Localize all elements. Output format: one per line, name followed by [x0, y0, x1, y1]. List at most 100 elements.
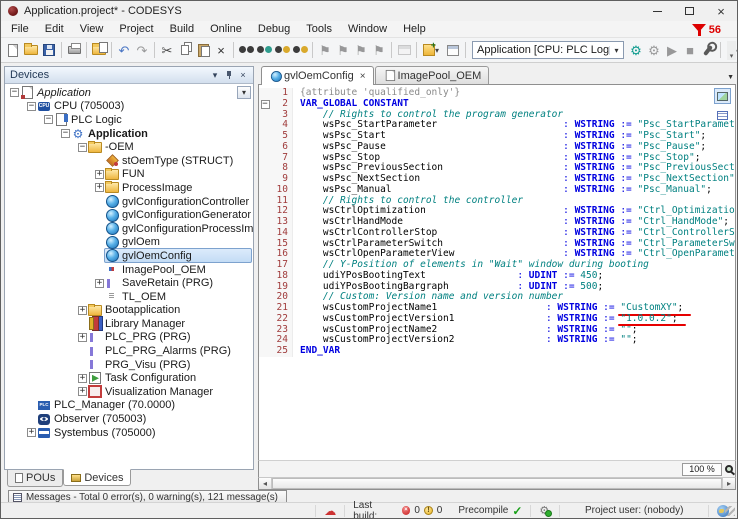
tabular-declaration-button[interactable]	[714, 107, 731, 123]
redo-button[interactable]: ↷	[133, 39, 151, 61]
expander-expand-icon[interactable]: +	[94, 183, 105, 192]
save-button[interactable]	[40, 39, 58, 61]
undo-button[interactable]: ↶	[115, 39, 133, 61]
expander-expand-icon[interactable]: +	[94, 170, 105, 179]
menu-edit[interactable]: Edit	[37, 22, 72, 36]
tree-item-gvloem[interactable]: gvlOem	[5, 236, 253, 250]
start-button[interactable]: ▶	[663, 39, 681, 61]
textual-declaration-button[interactable]	[714, 88, 731, 104]
menu-build[interactable]: Build	[162, 22, 202, 36]
tree-item-plc-manager-70-0000[interactable]: PLC_Manager (70.0000)	[5, 399, 253, 413]
expander-collapse-icon[interactable]: −	[43, 115, 54, 124]
menu-online[interactable]: Online	[202, 22, 250, 36]
tree-item-plc-prg-alarms-prg[interactable]: PLC_PRG_Alarms (PRG)	[5, 344, 253, 358]
tree-item-task-configuration[interactable]: +Task Configuration	[5, 371, 253, 385]
copy-project-button[interactable]	[90, 39, 108, 61]
tree-item-bootapplication[interactable]: +Bootapplication	[5, 304, 253, 318]
scroll-right-button[interactable]: ▸	[722, 478, 735, 489]
magnifier-icon[interactable]	[725, 465, 733, 473]
tree-item-observer-705003[interactable]: Observer (705003)	[5, 412, 253, 426]
tree-item-imagepool-oem[interactable]: ImagePool_OEM	[5, 263, 253, 277]
image-gallery-button[interactable]	[444, 39, 462, 61]
expander-expand-icon[interactable]: +	[94, 279, 105, 288]
bottom-tab-devices[interactable]: Devices	[63, 469, 131, 486]
tree-item-plc-prg-prg[interactable]: +PLC_PRG (PRG)	[5, 331, 253, 345]
tree-item-fun[interactable]: +FUN	[5, 168, 253, 182]
tree-item-gvloemconfig[interactable]: gvlOemConfig	[5, 249, 253, 263]
expander-expand-icon[interactable]: +	[26, 428, 37, 437]
menu-tools[interactable]: Tools	[298, 22, 340, 36]
tree-item-oem[interactable]: −-OEM	[5, 140, 253, 154]
expander-collapse-icon[interactable]: −	[26, 102, 37, 111]
bottom-tab-pous[interactable]: POUs	[7, 470, 63, 487]
expander-expand-icon[interactable]: +	[77, 374, 88, 383]
chevron-down-icon[interactable]: ▾	[435, 46, 444, 55]
scroll-left-button[interactable]: ◂	[259, 478, 272, 489]
login-button[interactable]: ⚙	[627, 39, 645, 61]
tree-item-tl-oem[interactable]: TL_OEM	[5, 290, 253, 304]
tab-close-icon[interactable]: ×	[360, 71, 366, 82]
menu-view[interactable]: View	[72, 22, 112, 36]
editor-tab-imagepool_oem[interactable]: ImagePool_OEM	[375, 66, 490, 84]
close-button[interactable]: ×	[705, 1, 737, 21]
panel-close-button[interactable]: ×	[236, 69, 250, 82]
resize-grip[interactable]	[725, 506, 735, 516]
stop-button[interactable]: ■	[681, 39, 699, 61]
menu-debug[interactable]: Debug	[250, 22, 298, 36]
expander-collapse-icon[interactable]: −	[9, 88, 20, 97]
tree-root-dropdown-button[interactable]: ▾	[237, 86, 251, 99]
expander-expand-icon[interactable]: +	[77, 387, 88, 396]
tree-item-systembus-705000[interactable]: +Systembus (705000)	[5, 426, 253, 440]
replace-project-button[interactable]	[291, 39, 309, 61]
copy-button[interactable]	[176, 39, 194, 61]
tree-item-processimage[interactable]: +ProcessImage	[5, 181, 253, 195]
search-project-button[interactable]	[273, 39, 291, 61]
panel-pin-button[interactable]	[222, 69, 236, 82]
bookmark-toggle-button[interactable]: ⚑	[316, 39, 334, 61]
tree-item-application[interactable]: −Application	[5, 86, 253, 100]
bookmark-next-button[interactable]: ⚑	[334, 39, 352, 61]
print-button[interactable]	[65, 39, 83, 61]
tree-item-plc-logic[interactable]: −PLC Logic	[5, 113, 253, 127]
minimize-button[interactable]	[641, 1, 673, 21]
bookmark-clear-button[interactable]: ⚑	[370, 39, 388, 61]
tree-item-gvlconfigurationcontroller[interactable]: gvlConfigurationController	[5, 195, 253, 209]
open-project-button[interactable]	[22, 39, 40, 61]
expander-collapse-icon[interactable]: −	[77, 143, 88, 152]
find-button[interactable]	[237, 39, 255, 61]
tree-item-gvlconfigurationprocessimage[interactable]: gvlConfigurationProcessImage	[5, 222, 253, 236]
toolbar-overflow-button[interactable]: ▾	[727, 41, 736, 60]
delete-button[interactable]: ×	[212, 39, 230, 61]
incremental-search-button[interactable]	[255, 39, 273, 61]
tab-list-button[interactable]: ▼	[727, 74, 734, 81]
maximize-button[interactable]	[673, 1, 705, 21]
expander-expand-icon[interactable]: +	[77, 306, 88, 315]
paste-button[interactable]	[194, 39, 212, 61]
fold-collapse-icon[interactable]: −	[261, 100, 270, 109]
menu-help[interactable]: Help	[395, 22, 434, 36]
tree-item-visualization-manager[interactable]: +Visualization Manager	[5, 385, 253, 399]
menu-project[interactable]: Project	[111, 22, 161, 36]
tree-item-library-manager[interactable]: Library Manager	[5, 317, 253, 331]
zoom-level[interactable]: 100 %	[682, 463, 722, 476]
tree-item-application[interactable]: −Application	[5, 127, 253, 141]
logout-button[interactable]: ⚙	[645, 39, 663, 61]
tree-item-saveretain-prg[interactable]: +SaveRetain (PRG)	[5, 276, 253, 290]
new-file-button[interactable]	[4, 39, 22, 61]
new-window-button[interactable]	[395, 39, 413, 61]
scrollbar-thumb[interactable]	[272, 478, 722, 489]
tree-item-prg-visu-prg[interactable]: PRG_Visu (PRG)	[5, 358, 253, 372]
force-values-button[interactable]	[699, 39, 717, 61]
horizontal-scrollbar[interactable]: ◂ ▸	[258, 477, 736, 490]
editor-tab-gvloemconfig[interactable]: gvlOemConfig×	[261, 66, 374, 85]
cut-button[interactable]: ✂	[158, 39, 176, 61]
tree-item-gvlconfigurationgenerator[interactable]: gvlConfigurationGenerator	[5, 208, 253, 222]
menu-file[interactable]: File	[3, 22, 37, 36]
tree-item-cpu-705003[interactable]: −CPU (705003)	[5, 100, 253, 114]
code-editor[interactable]: 1{attribute 'qualified_only'}−2VAR_GLOBA…	[258, 85, 736, 460]
menu-window[interactable]: Window	[340, 22, 395, 36]
tree-item-stoemtype-struct[interactable]: stOemType (STRUCT)	[5, 154, 253, 168]
application-combo[interactable]: Application [CPU: PLC Logic]▾	[472, 41, 624, 59]
panel-menu-button[interactable]: ▾	[208, 69, 222, 82]
bookmark-previous-button[interactable]: ⚑	[352, 39, 370, 61]
